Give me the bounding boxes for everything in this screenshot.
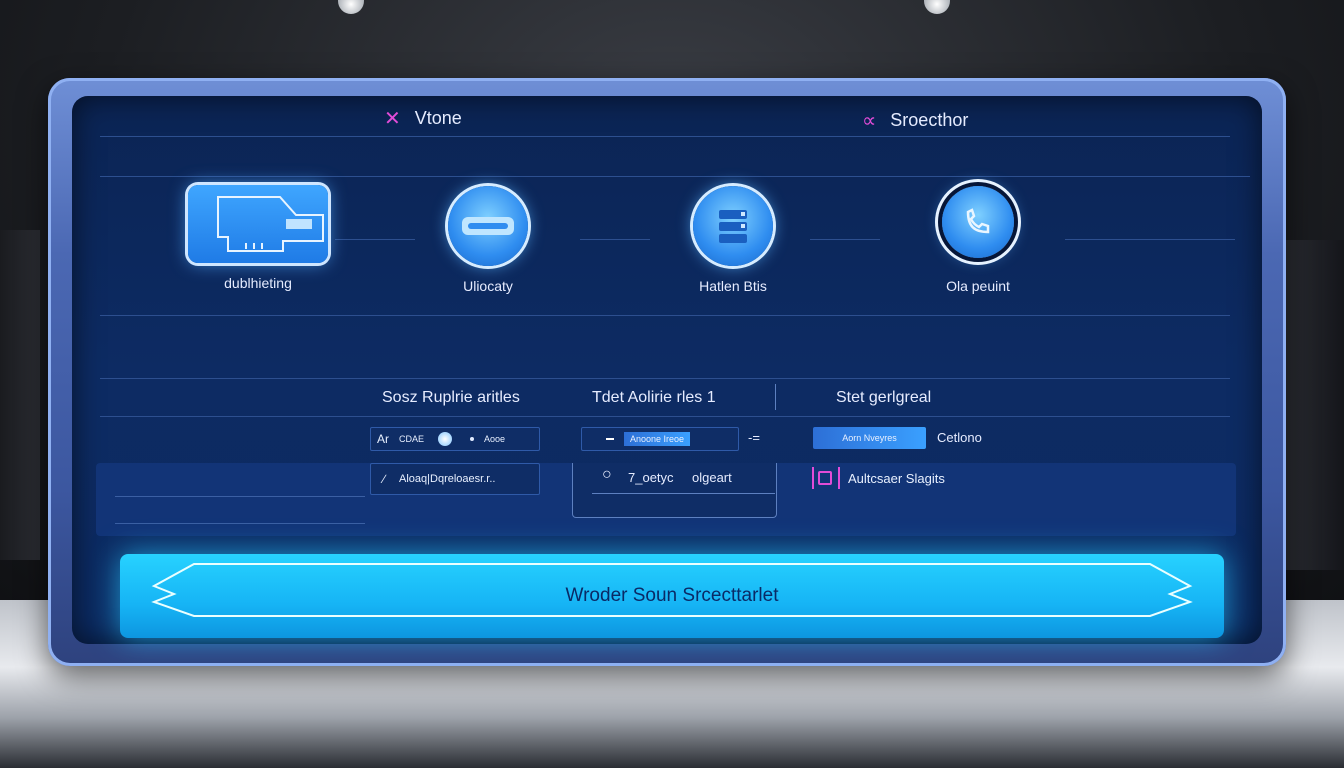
control-text: Aloaq|Dqreloaesr.r.. — [399, 473, 496, 485]
header-right-label: Sroecthor — [890, 110, 969, 130]
divider — [100, 176, 1250, 177]
row2-col1-control[interactable]: ∕ Aloaq|Dqreloaesr.r.. — [370, 463, 540, 495]
tile-label: Ola peuint — [946, 278, 1010, 294]
phone-icon — [942, 186, 1014, 258]
slash-icon: ∕ — [383, 472, 386, 486]
drive-icon — [448, 186, 528, 266]
divider — [810, 239, 880, 240]
row1-col2-control[interactable]: Anoone Ireoe — [581, 427, 739, 451]
tile-dublhieting[interactable]: dublhieting — [187, 185, 329, 291]
dot-icon — [470, 437, 475, 441]
control-suffix: Aooe — [484, 434, 506, 444]
divider — [100, 378, 1230, 379]
link-icon: ∝ — [862, 110, 877, 132]
side-device-left — [0, 230, 40, 560]
section-title-2: Tdet Aolirie rles 1 — [592, 389, 716, 406]
divider — [100, 315, 1230, 316]
divider — [100, 416, 1230, 417]
control-prefix: Ar — [377, 432, 389, 446]
storage-icon — [693, 186, 773, 266]
marker-icon — [838, 467, 840, 489]
row1-col3-label: Cetlono — [937, 430, 982, 445]
header-right[interactable]: ∝ Sroecthor — [862, 108, 968, 133]
radio-icon[interactable]: ○ — [602, 466, 612, 484]
screen-icon — [188, 185, 328, 263]
column-divider — [775, 384, 776, 410]
control-text: Aultcsaer Slagits — [848, 470, 945, 486]
row1-col2-suffix: -= — [748, 430, 760, 445]
control-mid: CDAE — [399, 434, 425, 444]
section-title-1: Sosz Ruplrie aritles — [382, 389, 520, 406]
dash-icon — [606, 438, 614, 440]
divider — [580, 239, 650, 240]
side-device-right — [1285, 240, 1344, 570]
divider — [115, 496, 365, 497]
control-text: Anoone Ireoe — [624, 432, 691, 446]
header-left-label: Vtone — [414, 108, 462, 128]
row1-col3-control[interactable]: Aorn Nveyres — [813, 427, 926, 449]
divider — [335, 239, 415, 240]
header-left[interactable]: ✕ Vtone — [384, 106, 462, 131]
tile-uliocaty[interactable]: Uliocaty — [447, 186, 529, 294]
section-title-3: Stet gerlgreal — [836, 389, 932, 406]
row2-col3-control[interactable]: Aultcsaer Slagits — [812, 463, 984, 493]
checkbox-icon[interactable] — [818, 471, 832, 485]
row2-col2-label2: olgeart — [692, 470, 732, 485]
row2-col2-label1: 7_oetyc — [628, 470, 674, 485]
divider — [592, 493, 775, 494]
tile-label: dublhieting — [224, 275, 292, 291]
tile-label: Hatlen Btis — [699, 278, 767, 294]
pen-icon: ✕ — [384, 108, 401, 130]
tile-hatlen-btis[interactable]: Hatlen Btis — [691, 186, 775, 294]
row1-col1-control[interactable]: Ar CDAE Aooe — [370, 427, 540, 451]
primary-action-label: Wroder Soun Srcecttarlet — [565, 585, 779, 606]
toggle-knob[interactable] — [438, 432, 453, 446]
primary-action-button[interactable]: Wroder Soun Srcecttarlet — [120, 554, 1224, 638]
tile-ola-peuint[interactable]: Ola peuint — [936, 186, 1020, 294]
divider — [115, 523, 365, 524]
divider — [1065, 239, 1235, 240]
marker-icon — [812, 467, 814, 489]
divider — [100, 136, 1230, 137]
tile-label: Uliocaty — [463, 278, 513, 294]
